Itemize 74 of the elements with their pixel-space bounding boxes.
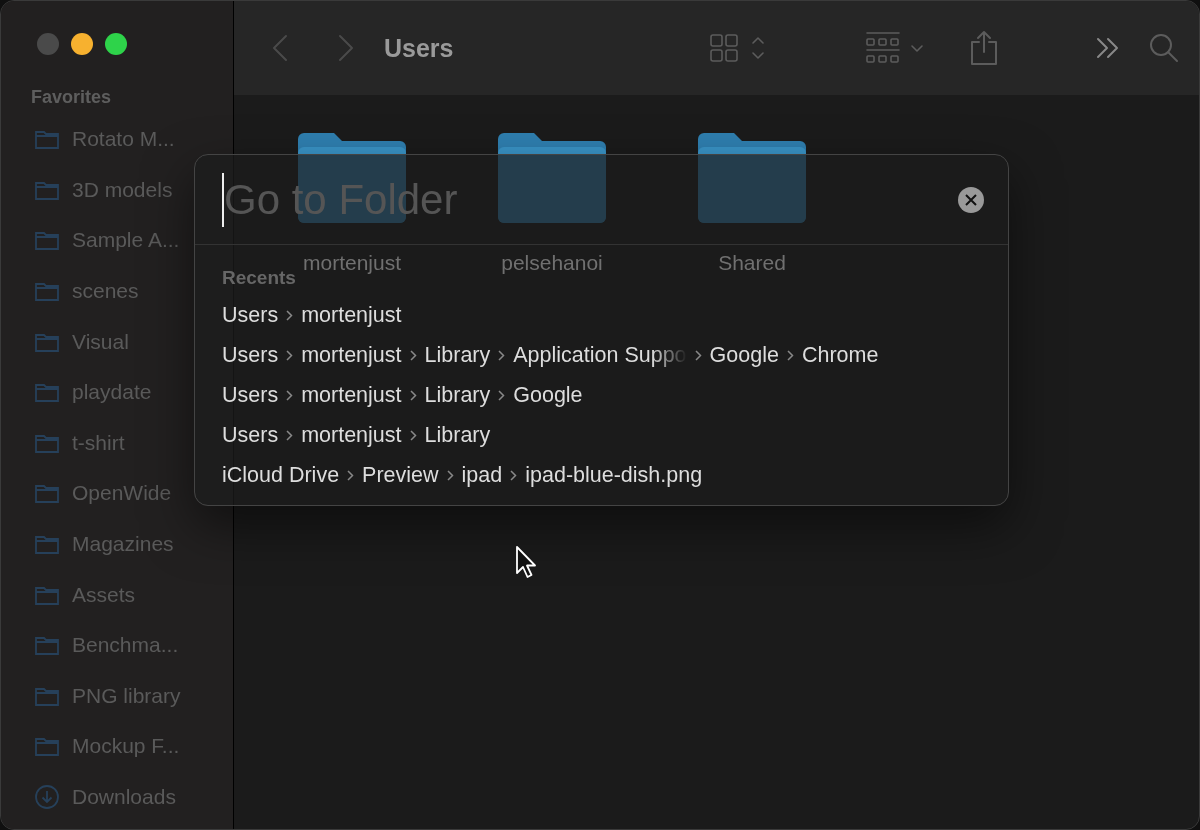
path-component[interactable]: Users bbox=[222, 342, 279, 368]
folder-name: pelsehanoi bbox=[501, 251, 603, 275]
path-component[interactable]: mortenjust bbox=[301, 342, 402, 368]
back-icon[interactable] bbox=[272, 34, 288, 62]
window-title: Users bbox=[384, 33, 454, 63]
path-component[interactable]: ipad-blue-dish.png bbox=[525, 462, 703, 488]
path-component[interactable]: Google bbox=[513, 382, 583, 408]
path-component[interactable]: ipad bbox=[461, 462, 503, 488]
path-component[interactable]: Chrome bbox=[801, 342, 879, 368]
chevron-icon bbox=[286, 429, 294, 441]
sidebar-label: OpenWide bbox=[72, 481, 172, 506]
chevron-icon bbox=[694, 349, 702, 361]
sidebar-label: Benchma... bbox=[72, 633, 179, 658]
share-icon[interactable] bbox=[969, 30, 999, 66]
sidebar-label: Downloads bbox=[72, 785, 176, 809]
sidebar-heading: Favorites bbox=[30, 87, 113, 108]
chevron-icon bbox=[409, 349, 417, 361]
close-button[interactable] bbox=[37, 33, 59, 55]
folder-icon bbox=[34, 280, 60, 303]
chevron-icon bbox=[498, 349, 506, 361]
zoom-button[interactable] bbox=[105, 33, 127, 55]
recents-heading: Recents bbox=[222, 267, 296, 289]
sidebar-label: Visual bbox=[72, 329, 129, 354]
path-component[interactable]: mortenjust bbox=[301, 382, 402, 408]
chevron-icon bbox=[286, 349, 294, 361]
path-component[interactable]: Library bbox=[424, 382, 491, 408]
chevron-icon bbox=[409, 429, 417, 441]
close-icon bbox=[965, 193, 977, 206]
folder-name: mortenjust bbox=[302, 251, 401, 275]
path-component[interactable]: Preview bbox=[362, 462, 439, 488]
folder-icon bbox=[34, 229, 60, 252]
chevron-icon bbox=[510, 469, 518, 481]
chevron-icon bbox=[498, 389, 506, 401]
sidebar-label: playdate bbox=[72, 380, 152, 405]
sidebar-label: scenes bbox=[72, 279, 139, 304]
search-icon[interactable] bbox=[1149, 33, 1179, 63]
path-component[interactable]: mortenjust bbox=[301, 422, 402, 448]
folder-icon bbox=[34, 128, 60, 151]
path-component[interactable]: Google bbox=[709, 342, 779, 368]
path-component[interactable]: Users bbox=[222, 382, 279, 408]
sidebar-label: Mockup F... bbox=[72, 734, 180, 759]
folder-icon bbox=[34, 533, 60, 556]
path-component[interactable]: Application Suppo bbox=[513, 342, 687, 368]
clear-button[interactable] bbox=[958, 186, 984, 213]
chevron-icon bbox=[446, 469, 454, 481]
folder-name: Shared bbox=[718, 251, 786, 275]
path-component[interactable]: mortenjust bbox=[301, 302, 402, 328]
path-component[interactable]: Users bbox=[222, 302, 279, 328]
minimize-button[interactable] bbox=[71, 33, 93, 55]
chevron-icon bbox=[347, 469, 355, 481]
chevron-icon bbox=[286, 309, 294, 321]
chevron-icon bbox=[786, 349, 794, 361]
sidebar-label: 3D models bbox=[72, 177, 173, 202]
path-component[interactable]: iCloud Drive bbox=[222, 462, 340, 488]
text-cursor bbox=[222, 172, 224, 227]
folder-icon bbox=[34, 381, 60, 404]
chevron-icon bbox=[286, 389, 294, 401]
download-icon bbox=[34, 784, 60, 810]
sidebar-label: Magazines bbox=[72, 532, 174, 557]
folder-icon bbox=[34, 634, 60, 657]
path-component[interactable]: Library bbox=[424, 342, 491, 368]
forward-icon[interactable] bbox=[338, 34, 354, 62]
pointer-icon bbox=[515, 545, 537, 579]
sidebar-label: PNG library bbox=[72, 683, 181, 708]
sidebar-label: Assets bbox=[72, 582, 136, 607]
folder-icon bbox=[34, 482, 60, 505]
sidebar-label: Sample A... bbox=[72, 228, 180, 253]
more-icon[interactable] bbox=[1095, 37, 1121, 59]
path-component[interactable]: Library bbox=[424, 422, 491, 448]
chevron-icon bbox=[409, 389, 417, 401]
sidebar-label: Rotato M... bbox=[72, 127, 175, 152]
folder-icon bbox=[34, 735, 60, 758]
sidebar-label: t-shirt bbox=[72, 430, 125, 455]
path-component[interactable]: Users bbox=[222, 422, 279, 448]
